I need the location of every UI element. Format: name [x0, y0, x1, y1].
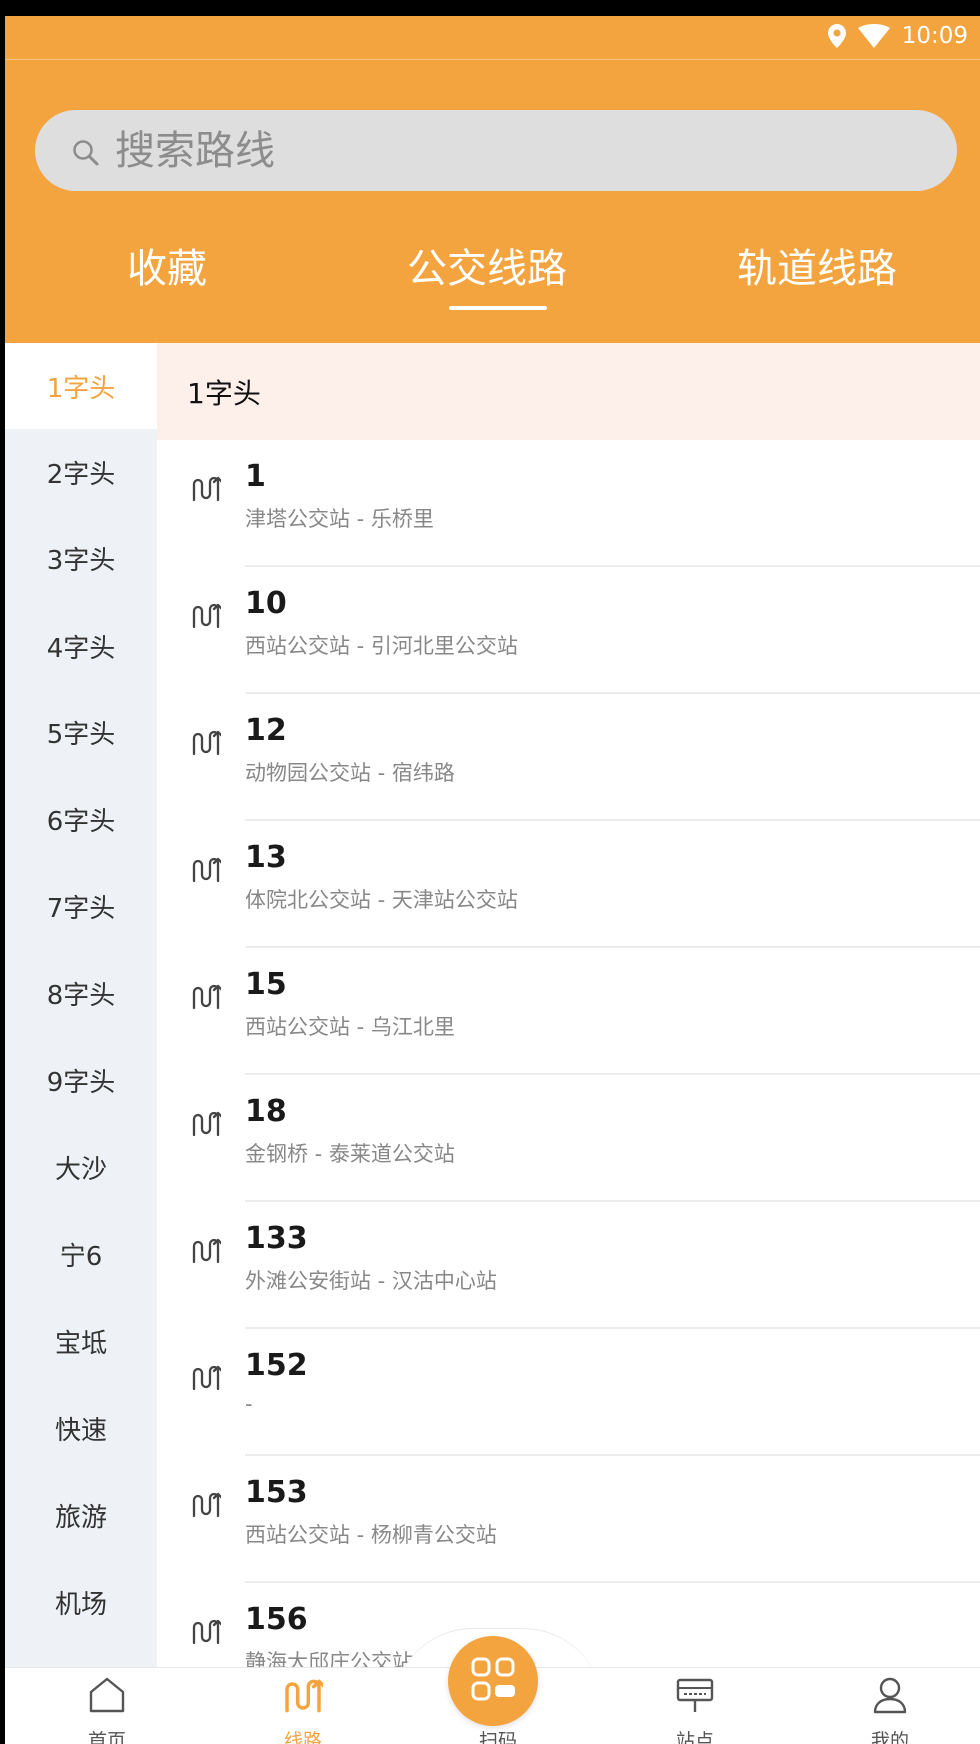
sidebar-item-4[interactable]: 4字头: [5, 603, 157, 689]
status-icons: 10:09: [827, 23, 968, 49]
home-icon: [87, 1676, 127, 1719]
tab-favorites[interactable]: 收藏: [127, 236, 207, 294]
tab-bar: 收藏 公交线路 轨道线路: [5, 236, 980, 332]
route-endpoints: 金钢桥 - 泰莱道公交站: [245, 1142, 455, 1166]
nav-profile-label: 我的: [870, 1730, 909, 1744]
route-number: 10: [245, 586, 287, 621]
route-icon: [191, 1236, 224, 1270]
sidebar-item-ning6[interactable]: 宁6: [5, 1211, 157, 1297]
route-number: 152: [245, 1348, 308, 1383]
sidebar-item-8[interactable]: 8字头: [5, 950, 157, 1036]
route-endpoints: 西站公交站 - 引河北里公交站: [245, 634, 518, 658]
nav-home[interactable]: 首页: [47, 1668, 167, 1744]
search-icon: [71, 138, 101, 172]
sidebar-item-2[interactable]: 2字头: [5, 429, 157, 515]
route-endpoints: 体院北公交站 - 天津站公交站: [245, 888, 518, 912]
scan-button[interactable]: [448, 1636, 538, 1726]
route-number: 1: [245, 459, 266, 494]
route-number: 12: [245, 713, 287, 748]
sidebar-item-baodi[interactable]: 宝坻: [5, 1298, 157, 1384]
route-icon: [191, 1617, 224, 1651]
route-icon: [191, 1363, 224, 1397]
route-number: 153: [245, 1475, 308, 1510]
wifi-icon: [857, 24, 890, 48]
nav-routes[interactable]: 线路: [243, 1668, 363, 1744]
location-icon: [827, 24, 846, 48]
nav-scan-label: 扫码: [478, 1730, 517, 1744]
route-endpoints: 动物园公交站 - 宿纬路: [245, 761, 455, 785]
route-item[interactable]: 1 津塔公交站 - 乐桥里: [157, 440, 980, 567]
route-icon: [283, 1676, 327, 1721]
route-item[interactable]: 133 外滩公安街站 - 汉沽中心站: [157, 1202, 980, 1329]
route-icon: [191, 474, 224, 508]
sidebar-item-express[interactable]: 快速: [5, 1385, 157, 1471]
sidebar-item-airport[interactable]: 机场: [5, 1559, 157, 1645]
route-icon: [191, 1109, 224, 1143]
route-item[interactable]: 10 西站公交站 - 引河北里公交站: [157, 567, 980, 694]
route-endpoints: 西站公交站 - 杨柳青公交站: [245, 1523, 497, 1547]
nav-stops[interactable]: 站点: [635, 1668, 755, 1744]
scan-icon: [469, 1655, 517, 1707]
app-screen: 10:09 收藏 公交线路 轨道线路 1字头 2字头 3字头 4字头 5字头 6…: [5, 16, 980, 1744]
route-item[interactable]: 152 -: [157, 1329, 980, 1456]
sidebar-item-1[interactable]: 1字头: [5, 343, 157, 429]
route-endpoints: 西站公交站 - 乌江北里: [245, 1015, 455, 1039]
route-item[interactable]: 153 西站公交站 - 杨柳青公交站: [157, 1456, 980, 1583]
route-icon: [191, 728, 224, 762]
search-bar[interactable]: [35, 110, 957, 191]
route-endpoints: 外滩公安街站 - 汉沽中心站: [245, 1269, 497, 1293]
route-endpoints: 津塔公交站 - 乐桥里: [245, 507, 434, 531]
route-item[interactable]: 15 西站公交站 - 乌江北里: [157, 948, 980, 1075]
bus-stop-icon: [675, 1676, 715, 1719]
status-time: 10:09: [901, 23, 968, 49]
sidebar-item-dasha[interactable]: 大沙: [5, 1124, 157, 1210]
tab-rail-routes[interactable]: 轨道线路: [737, 236, 897, 294]
header: 10:09 收藏 公交线路 轨道线路: [5, 16, 980, 343]
sidebar-item-3[interactable]: 3字头: [5, 515, 157, 601]
route-list: 1字头 1 津塔公交站 - 乐桥里 10 西站公交站 - 引河北里公交站 12 …: [157, 343, 980, 1678]
status-bar: 10:09: [5, 16, 980, 60]
sidebar-item-tourism[interactable]: 旅游: [5, 1472, 157, 1558]
route-number: 133: [245, 1221, 308, 1256]
route-item[interactable]: 13 体院北公交站 - 天津站公交站: [157, 821, 980, 948]
sidebar-item-9[interactable]: 9字头: [5, 1037, 157, 1123]
nav-profile[interactable]: 我的: [830, 1668, 950, 1744]
section-header: 1字头: [157, 343, 980, 440]
route-number: 18: [245, 1094, 287, 1129]
sidebar-item-7[interactable]: 7字头: [5, 863, 157, 949]
route-item[interactable]: 18 金钢桥 - 泰莱道公交站: [157, 1075, 980, 1202]
sidebar: 1字头 2字头 3字头 4字头 5字头 6字头 7字头 8字头 9字头 大沙 宁…: [5, 343, 157, 1678]
route-icon: [191, 601, 224, 635]
route-endpoints: -: [245, 1392, 253, 1416]
route-icon: [191, 982, 224, 1016]
route-number: 13: [245, 840, 287, 875]
route-number: 15: [245, 967, 287, 1002]
search-input[interactable]: [115, 127, 895, 174]
nav-stops-label: 站点: [675, 1730, 714, 1744]
tab-bus-routes[interactable]: 公交线路: [407, 236, 567, 294]
route-number: 156: [245, 1602, 308, 1637]
nav-home-label: 首页: [87, 1730, 126, 1744]
profile-icon: [871, 1676, 909, 1721]
sidebar-item-5[interactable]: 5字头: [5, 689, 157, 775]
tab-active-indicator: [449, 306, 547, 310]
nav-routes-label: 线路: [283, 1730, 322, 1744]
route-icon: [191, 1490, 224, 1524]
route-item[interactable]: 12 动物园公交站 - 宿纬路: [157, 694, 980, 821]
sidebar-item-6[interactable]: 6字头: [5, 776, 157, 862]
route-icon: [191, 855, 224, 889]
